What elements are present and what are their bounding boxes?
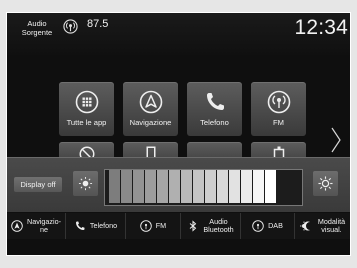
- brightness-segment[interactable]: [109, 170, 120, 203]
- brightness-low-icon: [78, 176, 93, 191]
- bottom-nav-bar: Navigazio- ne Telefono FM Audio Bluetoot…: [7, 213, 350, 239]
- navigation-arrow-icon: [139, 90, 162, 114]
- brightness-segment[interactable]: [241, 170, 252, 203]
- tile-label: Tutte le app: [66, 118, 107, 127]
- tile-fm[interactable]: FM: [251, 82, 306, 136]
- brightness-segment[interactable]: [229, 170, 240, 203]
- display-off-button[interactable]: Display off: [14, 177, 62, 192]
- apps-grid-icon: [75, 90, 98, 114]
- audio-source-button[interactable]: Audio Sorgente: [13, 19, 61, 37]
- nav-bluetooth-audio[interactable]: Audio Bluetooth: [181, 213, 241, 239]
- brightness-segment[interactable]: [121, 170, 132, 203]
- nav-label: Navigazio- ne: [27, 217, 61, 234]
- dab-radio-icon: [252, 220, 264, 232]
- nav-navigation[interactable]: Navigazio- ne: [7, 213, 66, 239]
- clock: 12:34: [294, 16, 348, 39]
- tile-label: FM: [273, 118, 284, 127]
- tile-label: Telefono: [200, 118, 229, 127]
- fm-radio-icon: [267, 90, 290, 114]
- nav-label: Modalità visual.: [317, 217, 346, 234]
- display-mode-icon: [299, 221, 310, 231]
- navigation-arrow-icon: [11, 220, 23, 232]
- tile-all-apps[interactable]: Tutte le app: [59, 82, 114, 136]
- brightness-segment[interactable]: [181, 170, 192, 203]
- brightness-segment[interactable]: [169, 170, 180, 203]
- status-bar: Audio Sorgente 87.5 12:34: [7, 13, 350, 55]
- nav-phone[interactable]: Telefono: [66, 213, 126, 239]
- brightness-segment[interactable]: [133, 170, 144, 203]
- brightness-high-icon: [318, 176, 333, 191]
- tile-phone[interactable]: Telefono: [187, 82, 242, 136]
- nav-label: FM: [155, 221, 167, 230]
- brightness-segments: [109, 170, 277, 203]
- phone-icon: [75, 221, 85, 230]
- nav-fm[interactable]: FM: [126, 213, 181, 239]
- brightness-segment[interactable]: [145, 170, 156, 203]
- infotainment-screen: Audio Sorgente 87.5 12:34 Tutte le app N: [6, 12, 351, 256]
- brightness-segment[interactable]: [193, 170, 204, 203]
- nav-label: DAB: [268, 221, 283, 230]
- brightness-segment[interactable]: [157, 170, 168, 203]
- tile-label: Navigazione: [129, 118, 172, 127]
- nav-dab[interactable]: DAB: [241, 213, 295, 239]
- frequency-readout[interactable]: 87.5: [87, 18, 108, 30]
- brightness-segment[interactable]: [217, 170, 228, 203]
- bluetooth-icon: [189, 220, 197, 232]
- chevron-right-icon[interactable]: [331, 127, 341, 153]
- brightness-segment[interactable]: [265, 170, 276, 203]
- tile-navigation[interactable]: Navigazione: [123, 82, 178, 136]
- nav-display-mode[interactable]: Modalità visual.: [295, 213, 350, 239]
- brightness-panel: Display off: [7, 157, 350, 212]
- radio-signal-icon: [63, 19, 78, 34]
- nav-label: Telefono: [89, 221, 118, 230]
- brightness-decrease-button[interactable]: [73, 171, 98, 196]
- brightness-segment[interactable]: [205, 170, 216, 203]
- nav-label: Audio Bluetooth: [203, 217, 234, 234]
- brightness-increase-button[interactable]: [313, 171, 338, 196]
- phone-icon: [206, 93, 224, 110]
- brightness-slider[interactable]: [104, 169, 303, 206]
- brightness-segment[interactable]: [253, 170, 264, 203]
- fm-radio-icon: [140, 220, 152, 232]
